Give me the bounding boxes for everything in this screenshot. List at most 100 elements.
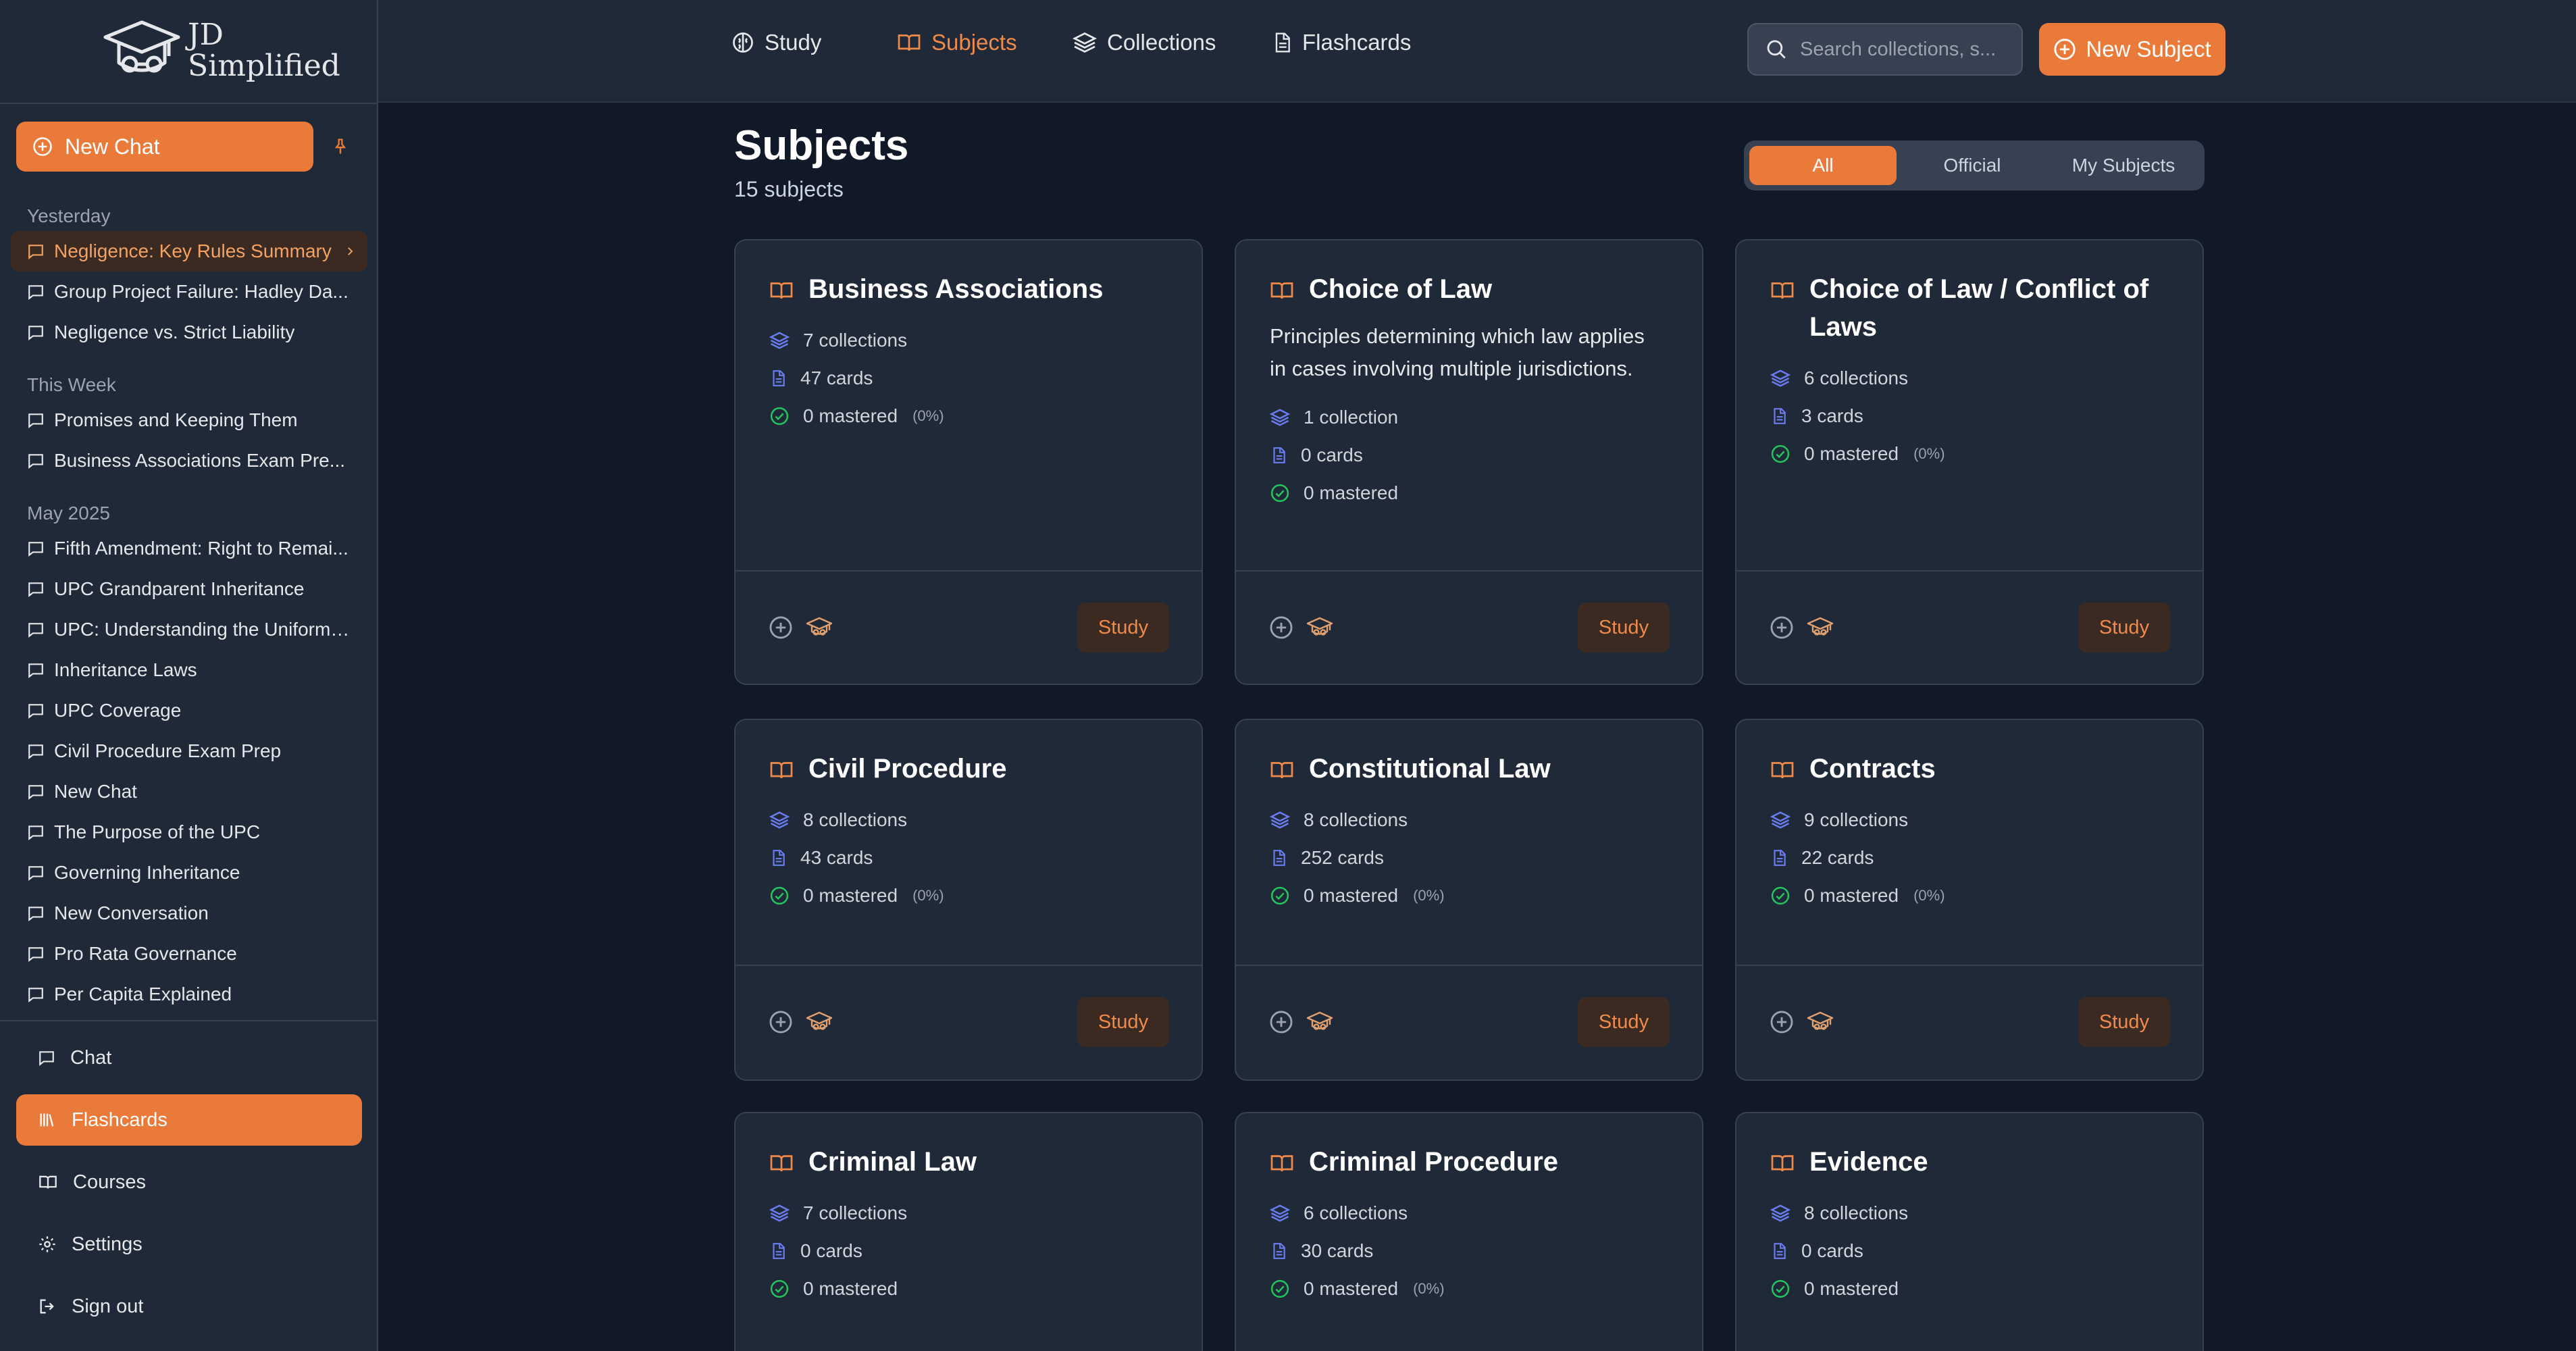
graduation-cap-icon[interactable] [1306, 615, 1333, 640]
subject-card-header: Choice of Law [1236, 240, 1702, 308]
collections-count: 7 collections [803, 1202, 908, 1223]
nav-study[interactable]: Study [731, 30, 821, 55]
nav-subjects[interactable]: Subjects [896, 30, 1017, 55]
subject-card[interactable]: Choice of Law Principles determining whi… [1235, 239, 1703, 685]
filter-my-subjects[interactable]: My Subjects [2048, 146, 2199, 185]
top-bar: Study Subjects Collections Flashcards Se… [378, 0, 2576, 103]
sidebar-nav-sign-out[interactable]: Sign out [16, 1281, 362, 1332]
mastered-count: 0 mastered [1304, 1278, 1399, 1299]
document-icon [769, 368, 787, 388]
subject-title[interactable]: Criminal Procedure [1309, 1143, 1558, 1181]
study-button[interactable]: Study [1077, 603, 1169, 653]
nav-study-label: Study [765, 30, 822, 55]
document-icon [769, 1241, 787, 1261]
sidebar-nav-settings[interactable]: Settings [16, 1219, 362, 1270]
chat-history-item[interactable]: The Purpose of the UPC [11, 812, 367, 852]
subject-card-footer: Study [736, 965, 1202, 1078]
chat-history-item[interactable]: Business Associations Exam Pre... [11, 440, 367, 481]
subject-card[interactable]: Contracts 9 collections 22 cards 0 maste… [1735, 719, 2204, 1081]
chat-history-item[interactable]: Negligence: Key Rules Summary [11, 231, 367, 272]
chat-history-list[interactable]: Yesterday Negligence: Key Rules Summary Gr… [0, 196, 378, 1021]
subject-card-header: Criminal Procedure [1236, 1113, 1702, 1181]
collections-stat: 7 collections [769, 322, 1202, 359]
graduation-cap-icon[interactable] [1807, 615, 1834, 640]
library-icon [38, 1111, 57, 1129]
graduation-cap-icon[interactable] [1306, 1010, 1333, 1034]
add-collection-icon[interactable] [1268, 615, 1294, 640]
sidebar-nav-courses[interactable]: Courses [16, 1156, 362, 1208]
chat-history-item[interactable]: Inheritance Laws [11, 650, 367, 690]
graduation-cap-icon[interactable] [806, 615, 833, 640]
subject-card[interactable]: Choice of Law / Conflict of Laws 6 colle… [1735, 239, 2204, 685]
graduation-cap-icon[interactable] [1807, 1010, 1834, 1034]
subject-card-header: Constitutional Law [1236, 720, 1702, 788]
chat-history-item[interactable]: Fifth Amendment: Right to Remai... [11, 528, 367, 569]
subject-card-footer: Study [1736, 570, 2203, 684]
chat-history-item[interactable]: Civil Procedure Exam Prep [11, 731, 367, 771]
graduation-cap-icon[interactable] [806, 1010, 833, 1034]
study-button[interactable]: Study [2078, 997, 2170, 1047]
sidebar-nav-label: Sign out [72, 1295, 144, 1317]
new-chat-button[interactable]: New Chat [16, 122, 313, 172]
subject-card-body: Civil Procedure 8 collections 43 cards 0… [736, 720, 1202, 915]
nav-flashcards[interactable]: Flashcards [1271, 30, 1411, 55]
add-collection-icon[interactable] [1769, 1009, 1795, 1035]
layers-icon [1770, 810, 1791, 830]
study-button[interactable]: Study [1077, 997, 1169, 1047]
mastered-count: 0 mastered [1804, 443, 1899, 464]
add-collection-icon[interactable] [1769, 615, 1795, 640]
subject-card[interactable]: Criminal Procedure 6 collections 30 card… [1235, 1112, 1703, 1351]
mastered-stat: 0 mastered (0%) [1770, 435, 2203, 473]
search-box[interactable] [1747, 23, 2023, 76]
chat-history-item[interactable]: UPC Coverage [11, 690, 367, 731]
sidebar-nav-chat[interactable]: Chat [16, 1032, 362, 1084]
search-input[interactable] [1800, 38, 2016, 61]
subject-card-body: Criminal Law 7 collections 0 cards 0 mas… [736, 1113, 1202, 1308]
chat-history-item[interactable]: Per Capita Explained [11, 974, 367, 1015]
open-book-icon [768, 278, 795, 303]
sidebar-nav-label: Flashcards [72, 1108, 168, 1131]
subject-card[interactable]: Constitutional Law 8 collections 252 car… [1235, 719, 1703, 1081]
subject-card[interactable]: Evidence 8 collections 0 cards 0 mastere… [1735, 1112, 2204, 1351]
chat-history-item[interactable]: Promises and Keeping Them [11, 400, 367, 440]
mastered-count: 0 mastered [1804, 1278, 1899, 1299]
new-subject-button[interactable]: New Subject [2039, 23, 2225, 76]
mastered-count: 0 mastered [1804, 885, 1899, 906]
subject-title[interactable]: Criminal Law [808, 1143, 977, 1181]
layers-icon [1770, 368, 1791, 388]
filter-all[interactable]: All [1749, 146, 1897, 185]
subject-title[interactable]: Choice of Law [1309, 270, 1492, 308]
chat-history-item[interactable]: New Conversation [11, 893, 367, 934]
logo[interactable]: JD Simplified [101, 15, 340, 86]
sidebar-nav-flashcards[interactable]: Flashcards [16, 1094, 362, 1146]
add-collection-icon[interactable] [768, 615, 794, 640]
subject-title[interactable]: Business Associations [808, 270, 1103, 308]
study-button[interactable]: Study [1578, 997, 1670, 1047]
add-collection-icon[interactable] [1268, 1009, 1294, 1035]
chat-history-item[interactable]: Pro Rata Governance [11, 934, 367, 974]
chat-history-item[interactable]: UPC Grandparent Inheritance [11, 569, 367, 609]
study-button[interactable]: Study [2078, 603, 2170, 653]
subject-card[interactable]: Business Associations 7 collections 47 c… [734, 239, 1203, 685]
chat-history-item[interactable]: UPC: Understanding the Uniform ... [11, 609, 367, 650]
subject-title[interactable]: Constitutional Law [1309, 750, 1551, 788]
subject-title[interactable]: Contracts [1809, 750, 1936, 788]
nav-collections[interactable]: Collections [1072, 30, 1216, 55]
chat-history-item[interactable]: Governing Inheritance [11, 852, 367, 893]
subject-card[interactable]: Criminal Law 7 collections 0 cards 0 mas… [734, 1112, 1203, 1351]
chat-history-item[interactable]: New Chat [11, 771, 367, 812]
subject-filter: All Official My Subjects [1744, 141, 2205, 190]
subject-title[interactable]: Civil Procedure [808, 750, 1006, 788]
page-title: Subjects [734, 122, 909, 169]
pin-icon[interactable] [331, 136, 350, 157]
filter-official[interactable]: Official [1897, 146, 2048, 185]
subject-title[interactable]: Evidence [1809, 1143, 1928, 1181]
chat-history-item[interactable]: Group Project Failure: Hadley Da... [11, 272, 367, 312]
study-button[interactable]: Study [1578, 603, 1670, 653]
add-collection-icon[interactable] [768, 1009, 794, 1035]
chat-history-item[interactable]: Negligence vs. Strict Liability [11, 312, 367, 353]
subject-title[interactable]: Choice of Law / Conflict of Laws [1809, 270, 2169, 346]
subject-card[interactable]: Civil Procedure 8 collections 43 cards 0… [734, 719, 1203, 1081]
chat-bubble-icon [27, 783, 45, 800]
mastered-count: 0 mastered [803, 885, 898, 906]
